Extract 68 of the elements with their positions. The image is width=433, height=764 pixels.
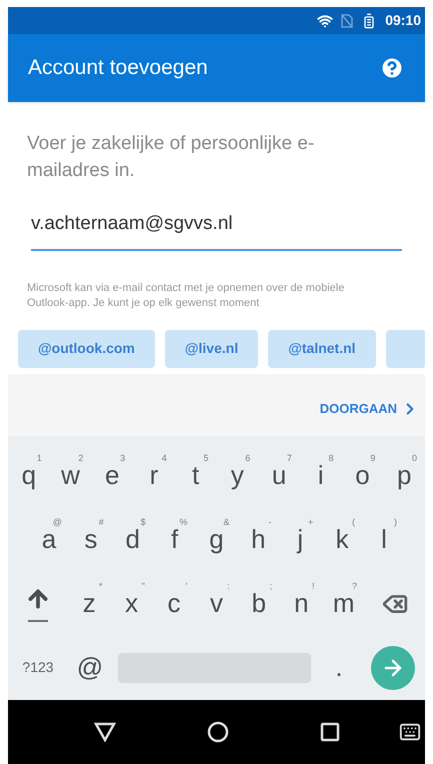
keyboard-key[interactable]: p 0 <box>383 444 426 508</box>
keyboard-key[interactable]: v : <box>195 572 238 636</box>
key-hint: 2 <box>78 454 84 462</box>
key-hint: + <box>308 518 314 526</box>
key-hint: ? <box>352 582 357 590</box>
keyboard-key[interactable]: . <box>317 636 361 700</box>
keyboard-key[interactable]: d $ <box>112 508 154 572</box>
key-hint: @ <box>52 518 62 526</box>
key-hint: ' <box>186 582 188 590</box>
intro-text: Voer je zakelijke of persoonlijke e-mailadres in. <box>27 132 316 183</box>
keyboard-key[interactable]: u 7 <box>258 444 300 508</box>
key-hint: % <box>180 518 188 526</box>
keyboard-key[interactable]: k ( <box>321 508 364 572</box>
email-field[interactable]: v.achternaam@sgvvs.nl <box>31 210 402 250</box>
keyboard-key[interactable]: o 9 <box>342 444 384 508</box>
keyboard-key[interactable]: m ? <box>322 572 365 636</box>
no-sim-icon <box>341 14 354 28</box>
wifi-icon <box>317 12 334 28</box>
keyboard-key[interactable]: j + <box>279 508 322 572</box>
keyboard-key[interactable]: b ; <box>238 572 280 636</box>
keyboard-key[interactable]: q 1 <box>8 444 50 508</box>
key-hint: " <box>142 582 145 590</box>
key-hint: 7 <box>286 454 292 462</box>
disclaimer-text: Microsoft kan via e-mail contact met je opnemen over de mobiele Outlook-app. Je kunt je op elk gewenst moment <box>27 280 346 310</box>
key-hint: & <box>223 518 230 526</box>
continue-button[interactable]: DOORGAAN <box>320 398 419 418</box>
key-hint: 6 <box>245 454 250 462</box>
key-hint: * <box>98 582 102 590</box>
shift-underline <box>28 620 48 622</box>
keyboard-key[interactable]: h - <box>237 508 280 572</box>
keyboard-key[interactable]: i 8 <box>300 444 342 508</box>
keyboard-key[interactable]: x " <box>110 572 153 636</box>
key-hint: 1 <box>36 454 42 462</box>
keyboard-key[interactable]: s # <box>70 508 112 572</box>
keyboard-key[interactable]: @ <box>68 636 112 700</box>
key-hint: : <box>227 582 230 590</box>
clock: 09:10 <box>385 11 421 30</box>
key-hint: ( <box>352 518 356 526</box>
keyboard-key[interactable]: a @ <box>28 508 70 572</box>
key-hint: 3 <box>120 454 126 462</box>
recents-icon[interactable] <box>320 722 340 742</box>
keyboard-key[interactable]: r 4 <box>133 444 175 508</box>
key-hint: ) <box>394 518 398 526</box>
key-hint: - <box>268 518 272 526</box>
symbols-key[interactable]: ?123 <box>8 636 68 700</box>
keyboard-key[interactable]: e 3 <box>91 444 134 508</box>
keyboard-key[interactable]: f % <box>154 508 196 572</box>
keyboard-key[interactable]: w 2 <box>50 444 92 508</box>
keyboard-key[interactable]: n ! <box>280 572 323 636</box>
keyboard-key[interactable]: g & <box>196 508 238 572</box>
key-hint: 0 <box>412 454 418 462</box>
key-hint: ! <box>312 582 315 590</box>
keyboard-key[interactable]: y 6 <box>216 444 258 508</box>
key-hint: 5 <box>204 454 209 462</box>
keyboard-key[interactable]: z * <box>68 572 110 636</box>
page-title: Account toevoegen <box>28 55 208 82</box>
keyboard-key[interactable]: c ' <box>152 572 196 636</box>
key-hint: ; <box>270 582 272 590</box>
key-hint: 8 <box>328 454 334 462</box>
key-hint: 4 <box>162 454 167 462</box>
back-icon[interactable] <box>94 722 116 742</box>
key-hint: # <box>98 518 104 526</box>
home-icon[interactable] <box>206 720 228 743</box>
keyboard-key[interactable]: t 5 <box>174 444 217 508</box>
keyboard-key[interactable]: l ) <box>363 508 406 572</box>
go-button[interactable] <box>371 646 415 690</box>
key-hint: $ <box>140 518 146 526</box>
key-hint: 9 <box>370 454 376 462</box>
